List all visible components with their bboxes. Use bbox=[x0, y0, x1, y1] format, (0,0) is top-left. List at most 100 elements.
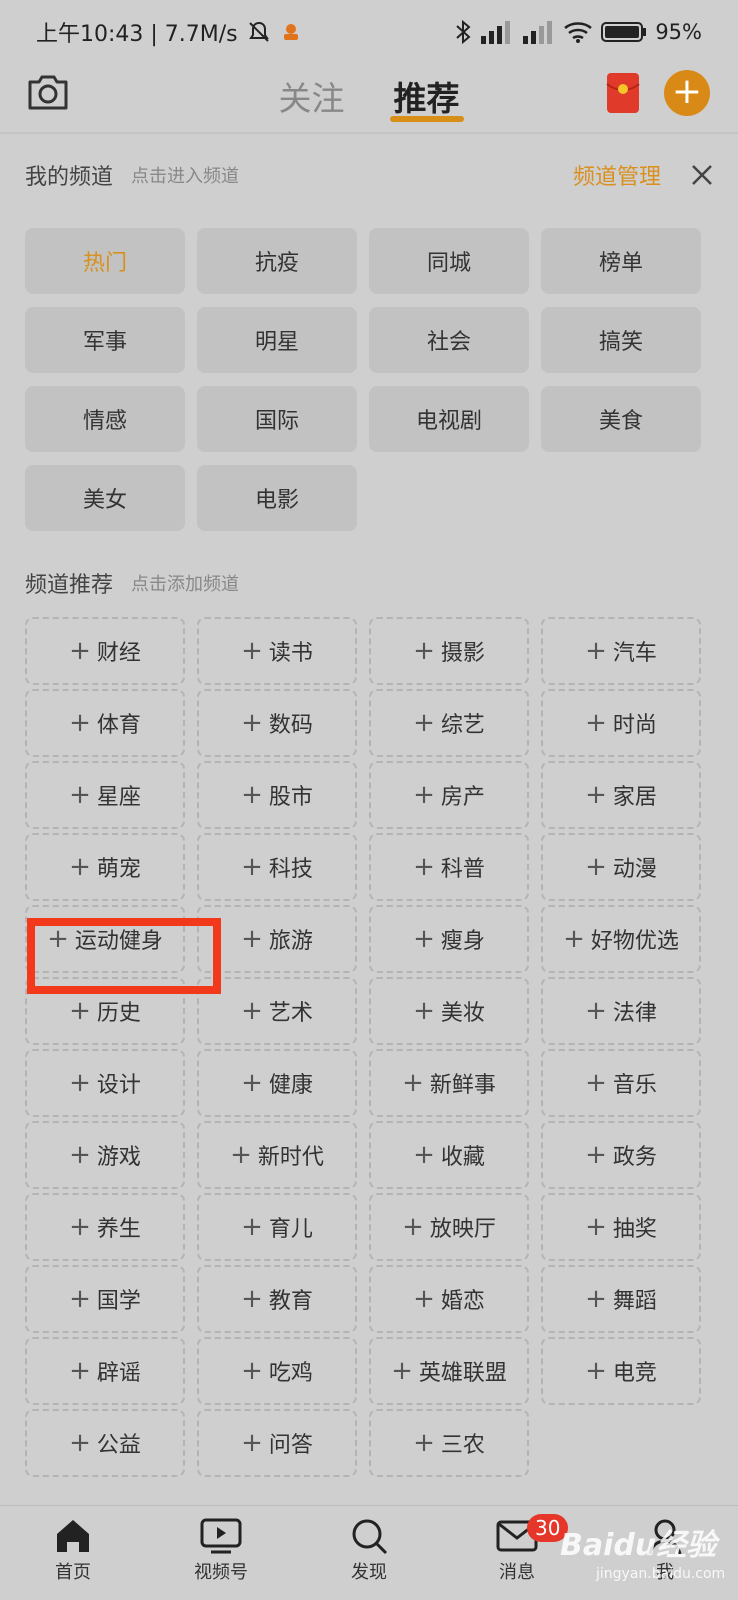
channel-label: 瘦身 bbox=[440, 929, 485, 954]
recommended-channel-item[interactable]: + 好物优选 bbox=[541, 905, 701, 973]
my-channel-item[interactable]: 社会 bbox=[369, 307, 529, 373]
channel-label: 情感 bbox=[82, 409, 127, 434]
recommended-channel-item[interactable]: + 英雄联盟 bbox=[369, 1337, 529, 1405]
recommended-channel-item[interactable]: + 摄影 bbox=[369, 617, 529, 685]
recommended-channel-item[interactable]: + 体育 bbox=[25, 689, 185, 757]
recommended-channel-item[interactable]: + 问答 bbox=[197, 1409, 357, 1477]
baidu-watermark: Baidu经验 bbox=[560, 1528, 717, 1563]
plus-icon: + bbox=[413, 924, 435, 954]
recommended-channel-item[interactable]: + 养生 bbox=[25, 1193, 185, 1261]
recommended-channel-item[interactable]: + 读书 bbox=[197, 617, 357, 685]
channel-label: 游戏 bbox=[96, 1145, 141, 1170]
plus-icon: + bbox=[241, 780, 263, 810]
recommended-channel-item[interactable]: + 辟谣 bbox=[25, 1337, 185, 1405]
recommended-channel-item[interactable]: + 旅游 bbox=[197, 905, 357, 973]
recommended-channel-item[interactable]: + 汽车 bbox=[541, 617, 701, 685]
recommended-channel-item[interactable]: + 艺术 bbox=[197, 977, 357, 1045]
bottom-nav-home[interactable]: 首页 bbox=[23, 1516, 123, 1584]
my-channel-item[interactable]: 情感 bbox=[25, 386, 185, 452]
my-channel-item[interactable]: 美女 bbox=[25, 465, 185, 531]
recommended-channel-item[interactable]: + 舞蹈 bbox=[541, 1265, 701, 1333]
signal-icon bbox=[479, 20, 513, 44]
recommended-channel-item[interactable]: + 公益 bbox=[25, 1409, 185, 1477]
my-channel-item[interactable]: 电影 bbox=[197, 465, 357, 531]
channel-label: 婚恋 bbox=[440, 1289, 485, 1314]
recommended-channel-item[interactable]: + 萌宠 bbox=[25, 833, 185, 901]
bottom-nav-messages[interactable]: 消息 30 bbox=[467, 1514, 569, 1584]
recommended-channel-item[interactable]: + 抽奖 bbox=[541, 1193, 701, 1261]
recommended-channel-item[interactable]: + 音乐 bbox=[541, 1049, 701, 1117]
recommended-channel-item[interactable]: + 新鲜事 bbox=[369, 1049, 529, 1117]
recommended-channel-item[interactable]: + 婚恋 bbox=[369, 1265, 529, 1333]
plus-icon: + bbox=[391, 1356, 413, 1386]
plus-icon: + bbox=[413, 996, 435, 1026]
recommended-channel-item[interactable]: + 瘦身 bbox=[369, 905, 529, 973]
recommended-channel-item[interactable]: + 科技 bbox=[197, 833, 357, 901]
red-packet-button[interactable] bbox=[606, 72, 640, 114]
my-channel-item[interactable]: 国际 bbox=[197, 386, 357, 452]
channel-label: 设计 bbox=[96, 1073, 141, 1098]
channel-label: 英雄联盟 bbox=[418, 1361, 507, 1386]
recommended-channel-item[interactable]: + 育儿 bbox=[197, 1193, 357, 1261]
channel-label: 体育 bbox=[96, 713, 141, 738]
channel-label: 美食 bbox=[598, 409, 643, 434]
channel-manage-button[interactable]: 频道管理 bbox=[573, 159, 661, 191]
recommended-channel-item[interactable]: + 时尚 bbox=[541, 689, 701, 757]
recommended-channel-item[interactable]: + 国学 bbox=[25, 1265, 185, 1333]
channel-label: 历史 bbox=[96, 1001, 141, 1026]
channel-label: 放映厅 bbox=[429, 1217, 496, 1242]
recommended-channel-item[interactable]: + 电竞 bbox=[541, 1337, 701, 1405]
recommended-channel-item[interactable]: + 游戏 bbox=[25, 1121, 185, 1189]
plus-icon: + bbox=[563, 924, 585, 954]
tab-follow[interactable]: 关注 bbox=[278, 72, 344, 120]
recommended-channel-item[interactable]: + 设计 bbox=[25, 1049, 185, 1117]
my-channel-item[interactable]: 美食 bbox=[541, 386, 701, 452]
recommended-channel-item[interactable]: + 法律 bbox=[541, 977, 701, 1045]
plus-icon: + bbox=[230, 1140, 252, 1170]
recommended-channel-item[interactable]: + 星座 bbox=[25, 761, 185, 829]
recommended-channel-item[interactable]: + 股市 bbox=[197, 761, 357, 829]
channel-label: 热门 bbox=[82, 251, 127, 276]
recommended-channel-item[interactable]: + 综艺 bbox=[369, 689, 529, 757]
recommended-channel-item[interactable]: + 家居 bbox=[541, 761, 701, 829]
bottom-nav-discover[interactable]: 发现 bbox=[319, 1516, 419, 1584]
plus-icon: + bbox=[241, 852, 263, 882]
recommended-channel-item[interactable]: + 财经 bbox=[25, 617, 185, 685]
my-channel-item[interactable]: 电视剧 bbox=[369, 386, 529, 452]
recommended-channel-item[interactable]: + 放映厅 bbox=[369, 1193, 529, 1261]
plus-icon: + bbox=[69, 996, 91, 1026]
recommended-channel-item[interactable]: + 政务 bbox=[541, 1121, 701, 1189]
bottom-nav-video[interactable]: 视频号 bbox=[171, 1516, 271, 1584]
recommended-channel-item[interactable]: + 健康 bbox=[197, 1049, 357, 1117]
plus-icon: + bbox=[402, 1212, 424, 1242]
my-channel-item[interactable]: 榜单 bbox=[541, 228, 701, 294]
recommended-channel-item[interactable]: + 房产 bbox=[369, 761, 529, 829]
recommended-channel-item[interactable]: + 新时代 bbox=[197, 1121, 357, 1189]
channel-label: 辟谣 bbox=[96, 1361, 141, 1386]
channel-label: 读书 bbox=[268, 641, 313, 666]
plus-icon: + bbox=[413, 1284, 435, 1314]
channel-label: 汽车 bbox=[612, 641, 657, 666]
my-channel-item[interactable]: 明星 bbox=[197, 307, 357, 373]
my-channel-item[interactable]: 搞笑 bbox=[541, 307, 701, 373]
add-button[interactable]: + bbox=[664, 70, 710, 116]
tab-recommend[interactable]: 推荐 bbox=[389, 72, 464, 122]
recommended-channel-item[interactable]: + 美妆 bbox=[369, 977, 529, 1045]
recommended-channel-item[interactable]: + 三农 bbox=[369, 1409, 529, 1477]
my-channel-item[interactable]: 热门 bbox=[25, 228, 185, 294]
recommended-channel-item[interactable]: + 科普 bbox=[369, 833, 529, 901]
recommended-channel-item[interactable]: + 收藏 bbox=[369, 1121, 529, 1189]
recommended-channel-item[interactable]: + 吃鸡 bbox=[197, 1337, 357, 1405]
recommended-channel-item[interactable]: + 运动健身 bbox=[25, 905, 185, 973]
my-channel-item[interactable]: 军事 bbox=[25, 307, 185, 373]
recommended-channel-item[interactable]: + 数码 bbox=[197, 689, 357, 757]
close-button[interactable] bbox=[689, 162, 715, 188]
recommended-channel-item[interactable]: + 历史 bbox=[25, 977, 185, 1045]
channel-label: 健康 bbox=[268, 1073, 313, 1098]
plus-icon: + bbox=[69, 1356, 91, 1386]
recommended-channel-item[interactable]: + 动漫 bbox=[541, 833, 701, 901]
my-channel-item[interactable]: 抗疫 bbox=[197, 228, 357, 294]
my-channel-item[interactable]: 同城 bbox=[369, 228, 529, 294]
channel-label: 法律 bbox=[612, 1001, 657, 1026]
recommended-channel-item[interactable]: + 教育 bbox=[197, 1265, 357, 1333]
